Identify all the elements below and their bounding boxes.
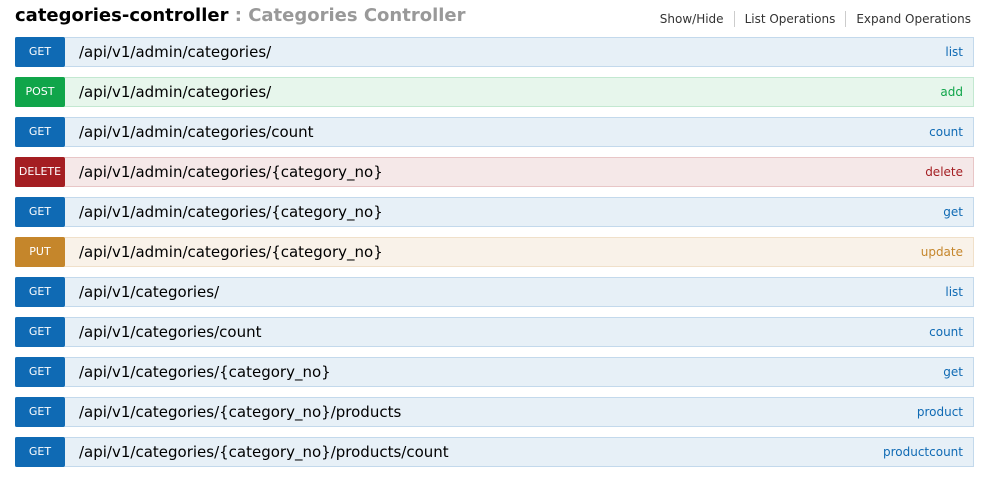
operations-list: GET /api/v1/admin/categories/ list POST … xyxy=(15,37,974,477)
operation-summary[interactable]: productcount xyxy=(883,438,963,466)
operation-row[interactable]: DELETE /api/v1/admin/categories/{categor… xyxy=(15,157,974,187)
operation-row[interactable]: PUT /api/v1/admin/categories/{category_n… xyxy=(15,237,974,267)
operation-summary[interactable]: delete xyxy=(925,158,963,186)
operation-row[interactable]: GET /api/v1/categories/ list xyxy=(15,277,974,307)
operation-row[interactable]: GET /api/v1/categories/{category_no}/pro… xyxy=(15,397,974,427)
resource-name[interactable]: categories-controller xyxy=(15,5,228,26)
operation-path[interactable]: /api/v1/admin/categories/{category_no} xyxy=(79,198,383,226)
operation-summary[interactable]: product xyxy=(917,398,963,426)
operation-summary[interactable]: get xyxy=(943,358,963,386)
method-badge[interactable]: GET xyxy=(15,437,65,467)
operation-path[interactable]: /api/v1/categories/{category_no}/product… xyxy=(79,438,449,466)
operation-path[interactable]: /api/v1/admin/categories/count xyxy=(79,118,314,146)
resource-separator: : xyxy=(228,5,249,26)
method-badge[interactable]: GET xyxy=(15,277,65,307)
operation-path[interactable]: /api/v1/categories/{category_no} xyxy=(79,358,331,386)
show-hide-link[interactable]: Show/Hide xyxy=(650,12,734,26)
operation-path[interactable]: /api/v1/categories/count xyxy=(79,318,261,346)
method-badge[interactable]: GET xyxy=(15,117,65,147)
method-badge[interactable]: POST xyxy=(15,77,65,107)
operation-path[interactable]: /api/v1/categories/{category_no}/product… xyxy=(79,398,401,426)
operation-path[interactable]: /api/v1/admin/categories/{category_no} xyxy=(79,238,383,266)
operation-row[interactable]: GET /api/v1/categories/{category_no} get xyxy=(15,357,974,387)
operation-summary[interactable]: add xyxy=(940,78,963,106)
operation-row[interactable]: GET /api/v1/admin/categories/ list xyxy=(15,37,974,67)
method-badge[interactable]: GET xyxy=(15,317,65,347)
method-badge[interactable]: GET xyxy=(15,357,65,387)
operation-row[interactable]: GET /api/v1/admin/categories/{category_n… xyxy=(15,197,974,227)
operation-summary[interactable]: update xyxy=(921,238,963,266)
operation-path[interactable]: /api/v1/admin/categories/ xyxy=(79,38,271,66)
method-badge[interactable]: GET xyxy=(15,397,65,427)
operation-row[interactable]: GET /api/v1/admin/categories/count count xyxy=(15,117,974,147)
operation-summary[interactable]: list xyxy=(945,38,963,66)
operation-path[interactable]: /api/v1/admin/categories/{category_no} xyxy=(79,158,383,186)
list-operations-link[interactable]: List Operations xyxy=(735,12,846,26)
operation-row[interactable]: POST /api/v1/admin/categories/ add xyxy=(15,77,974,107)
method-badge[interactable]: GET xyxy=(15,37,65,67)
operation-path[interactable]: /api/v1/admin/categories/ xyxy=(79,78,271,106)
method-badge[interactable]: DELETE xyxy=(15,157,65,187)
operation-row[interactable]: GET /api/v1/categories/{category_no}/pro… xyxy=(15,437,974,467)
operation-summary[interactable]: count xyxy=(929,318,963,346)
operation-summary[interactable]: count xyxy=(929,118,963,146)
method-badge[interactable]: GET xyxy=(15,197,65,227)
method-badge[interactable]: PUT xyxy=(15,237,65,267)
operation-summary[interactable]: list xyxy=(945,278,963,306)
operation-row[interactable]: GET /api/v1/categories/count count xyxy=(15,317,974,347)
operation-summary[interactable]: get xyxy=(943,198,963,226)
expand-operations-link[interactable]: Expand Operations xyxy=(846,12,971,26)
resource-heading[interactable]: categories-controller : Categories Contr… xyxy=(15,4,466,28)
resource-header: categories-controller : Categories Contr… xyxy=(0,0,993,38)
operation-path[interactable]: /api/v1/categories/ xyxy=(79,278,219,306)
resource-actions: Show/Hide List Operations Expand Operati… xyxy=(650,11,971,27)
resource-description: Categories Controller xyxy=(248,5,466,26)
